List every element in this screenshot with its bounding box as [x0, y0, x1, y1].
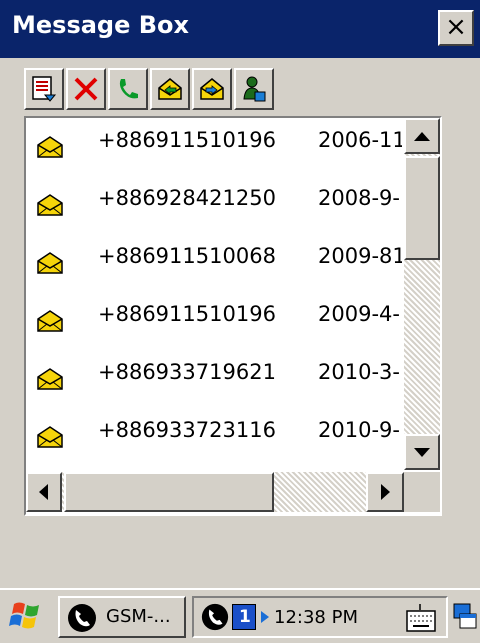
- arrow-right-icon: [381, 484, 390, 500]
- scroll-right-button[interactable]: [366, 472, 404, 512]
- horizontal-scroll-thumb[interactable]: [64, 472, 274, 512]
- message-row[interactable]: +886911510196 2009-4-: [26, 292, 402, 350]
- message-date: 2009-81: [318, 244, 402, 268]
- compose-icon: [32, 76, 57, 102]
- envelope-icon: [37, 368, 63, 390]
- scrollbar-corner: [404, 472, 440, 512]
- arrow-left-icon: [39, 484, 48, 500]
- system-tray: 1 12:38 PM: [192, 596, 448, 638]
- message-date: 2010-9-: [318, 418, 400, 442]
- task-gsm-button[interactable]: GSM-...: [58, 596, 186, 638]
- reply-button[interactable]: [150, 68, 190, 110]
- start-button[interactable]: [8, 598, 50, 636]
- triangle-right-icon: [261, 611, 269, 623]
- envelope-reply-icon: [158, 78, 182, 100]
- phone-number: +886911510196: [98, 302, 276, 326]
- red-x-icon: [74, 77, 98, 101]
- envelope-icon: [37, 426, 63, 448]
- scroll-down-button[interactable]: [404, 434, 440, 470]
- keyboard-icon[interactable]: [404, 602, 438, 634]
- envelope-icon: [37, 310, 63, 332]
- vertical-scroll-thumb[interactable]: [404, 156, 440, 260]
- signal-badge-text: 1: [239, 607, 251, 627]
- message-row[interactable]: +886928421250 2008-9-: [26, 176, 402, 234]
- person-save-icon: [243, 76, 266, 102]
- close-button[interactable]: ×: [438, 10, 474, 46]
- phone-number: +886933719621: [98, 360, 276, 384]
- envelope-icon: [37, 194, 63, 216]
- message-row[interactable]: +886933719621 2010-3-: [26, 350, 402, 408]
- phone-status-icon[interactable]: [200, 602, 230, 632]
- task-label: GSM-...: [106, 606, 171, 627]
- phone-number: +886933723116: [98, 418, 276, 442]
- message-list[interactable]: +886911510196 2006-11 +886928421250 2008-9-…: [24, 116, 442, 516]
- window-title: Message Box: [12, 11, 189, 39]
- phone-number: +886911510068: [98, 244, 276, 268]
- envelope-icon: [37, 136, 63, 158]
- message-rows: +886911510196 2006-11 +886928421250 2008-9-…: [26, 118, 402, 470]
- phone-number: +886928421250: [98, 186, 276, 210]
- horizontal-scrollbar[interactable]: [26, 472, 404, 512]
- phone-number: +886911510196: [98, 128, 276, 152]
- phone-circle-icon: [68, 604, 96, 632]
- title-bar: Message Box ×: [0, 0, 480, 58]
- phone-icon: [119, 79, 138, 99]
- message-date: 2008-9-: [318, 186, 400, 210]
- envelope-icon: [37, 252, 63, 274]
- vertical-scrollbar[interactable]: [404, 118, 440, 470]
- forward-button[interactable]: [192, 68, 232, 110]
- toolbar: [24, 68, 276, 112]
- clock[interactable]: 12:38 PM: [274, 607, 358, 628]
- message-row[interactable]: +886933723116 2010-9-: [26, 408, 402, 466]
- taskbar: GSM-... 1 12:38 PM: [0, 588, 480, 643]
- move-button[interactable]: [234, 68, 274, 110]
- arrow-up-icon: [414, 132, 430, 141]
- message-row[interactable]: +886911510068 2009-81: [26, 234, 402, 292]
- desktop-windows-icon[interactable]: [452, 598, 478, 636]
- windows-flag-icon: [9, 602, 39, 629]
- call-button[interactable]: [108, 68, 148, 110]
- signal-badge: 1: [232, 604, 256, 630]
- delete-button[interactable]: [66, 68, 106, 110]
- scroll-left-button[interactable]: [26, 472, 62, 512]
- scroll-up-button[interactable]: [404, 118, 440, 154]
- envelope-forward-icon: [200, 78, 224, 100]
- new-message-button[interactable]: [24, 68, 64, 110]
- arrow-down-icon: [414, 448, 430, 457]
- message-date: 2010-3-: [318, 360, 400, 384]
- message-date: 2006-11: [318, 128, 402, 152]
- message-date: 2009-4-: [318, 302, 400, 326]
- message-row[interactable]: +886911510196 2006-11: [26, 118, 402, 176]
